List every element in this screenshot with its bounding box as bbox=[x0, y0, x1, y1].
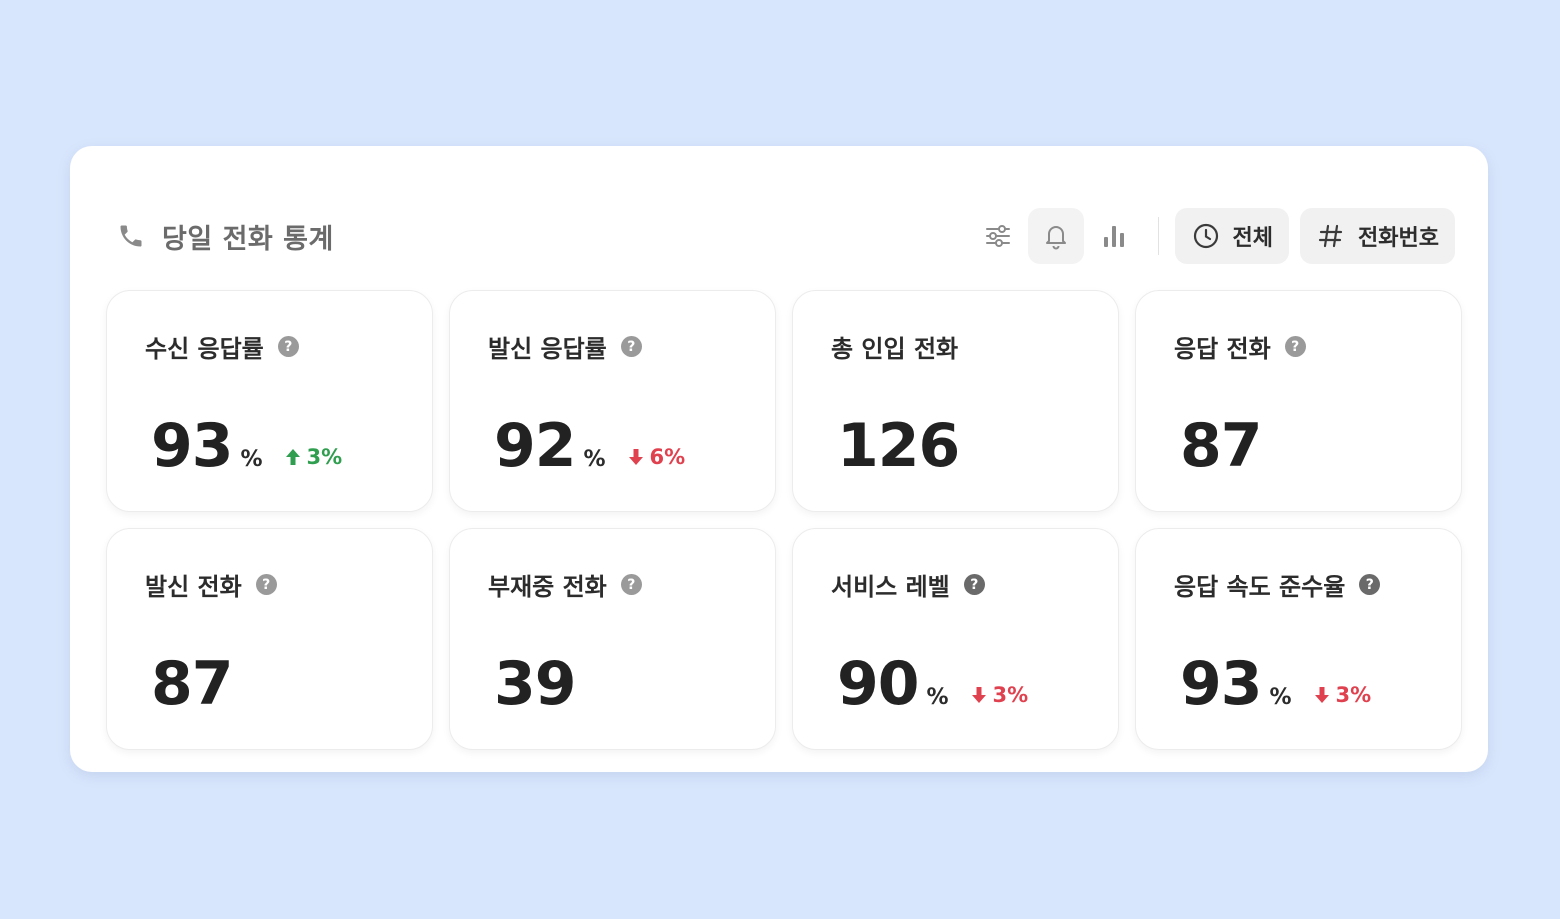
card-delta: 3% bbox=[1314, 683, 1372, 707]
call-stats-panel: 당일 전화 통계 전체 전화번호 수신 응답률 ? 93 % 3% 발신 응답률… bbox=[70, 146, 1488, 772]
card-value: 39 bbox=[494, 649, 576, 719]
card-value: 126 bbox=[837, 411, 960, 481]
stats-grid: 수신 응답률? 93% 3% 발신 응답률? 92% 6% 총 인입 전화 126 응답 … bbox=[106, 290, 1464, 750]
card-label-row: 서비스 레벨? bbox=[831, 567, 985, 602]
card-label: 응답 전화 bbox=[1174, 335, 1271, 363]
card-value-row: 93% 3% bbox=[151, 411, 342, 481]
card-value-row: 90% 3% bbox=[837, 649, 1028, 719]
card-value-row: 93% 3% bbox=[1180, 649, 1371, 719]
card-delta-value: 3% bbox=[1335, 683, 1372, 707]
chart-view-button[interactable] bbox=[1086, 208, 1142, 264]
stat-card-outbound-answer-rate[interactable]: 발신 응답률? 92% 6% bbox=[449, 290, 776, 512]
card-unit: % bbox=[583, 447, 606, 472]
card-unit: % bbox=[240, 447, 263, 472]
card-unit: % bbox=[926, 685, 949, 710]
filter-sliders-button[interactable] bbox=[970, 208, 1026, 264]
card-value: 87 bbox=[1180, 411, 1262, 481]
filter-number-label: 전화번호 bbox=[1358, 226, 1439, 251]
bell-icon bbox=[1045, 226, 1066, 250]
card-delta-value: 6% bbox=[649, 445, 686, 469]
help-icon[interactable]: ? bbox=[1359, 574, 1381, 595]
hash-icon bbox=[1316, 221, 1346, 251]
phone-icon bbox=[116, 221, 146, 251]
card-label: 발신 전화 bbox=[145, 573, 242, 601]
card-label-row: 부재중 전화? bbox=[488, 567, 642, 602]
card-value-row: 126 bbox=[837, 411, 960, 481]
stat-card-answer-speed-compliance[interactable]: 응답 속도 준수율? 93% 3% bbox=[1135, 528, 1462, 750]
arrow-up-icon bbox=[285, 449, 300, 465]
card-value: 87 bbox=[151, 649, 233, 719]
card-value: 90 bbox=[837, 649, 919, 719]
arrow-down-icon bbox=[971, 687, 986, 703]
filter-all-button[interactable]: 전체 bbox=[1174, 208, 1290, 264]
card-value: 93 bbox=[1180, 649, 1262, 719]
stat-card-service-level[interactable]: 서비스 레벨? 90% 3% bbox=[792, 528, 1119, 750]
card-delta: 6% bbox=[628, 445, 686, 469]
arrow-down-icon bbox=[1314, 687, 1329, 703]
card-delta-value: 3% bbox=[992, 683, 1029, 707]
notification-button[interactable] bbox=[1027, 208, 1084, 264]
card-label: 수신 응답률 bbox=[145, 335, 264, 363]
title-group: 당일 전화 통계 bbox=[116, 208, 334, 264]
card-value: 93 bbox=[151, 411, 233, 481]
help-icon[interactable]: ? bbox=[963, 574, 985, 595]
stat-card-missed-calls[interactable]: 부재중 전화? 39 bbox=[449, 528, 776, 750]
stat-card-inbound-answer-rate[interactable]: 수신 응답률? 93% 3% bbox=[106, 290, 433, 512]
sliders-icon bbox=[985, 225, 1010, 247]
card-value: 92 bbox=[494, 411, 576, 481]
card-label-row: 총 인입 전화 bbox=[831, 329, 958, 364]
card-value-row: 87 bbox=[1180, 411, 1262, 481]
clock-icon bbox=[1191, 221, 1221, 251]
stat-card-outbound-calls[interactable]: 발신 전화? 87 bbox=[106, 528, 433, 750]
card-label-row: 응답 전화? bbox=[1174, 329, 1306, 364]
card-label: 응답 속도 준수율 bbox=[1174, 573, 1346, 601]
stat-card-answered-calls[interactable]: 응답 전화? 87 bbox=[1135, 290, 1462, 512]
card-label: 부재중 전화 bbox=[488, 573, 607, 601]
help-icon[interactable]: ? bbox=[1284, 336, 1306, 357]
card-delta: 3% bbox=[971, 683, 1029, 707]
help-icon[interactable]: ? bbox=[255, 574, 277, 595]
arrow-down-icon bbox=[628, 449, 643, 465]
card-label-row: 발신 응답률? bbox=[488, 329, 642, 364]
card-delta-value: 3% bbox=[306, 445, 343, 469]
stat-card-total-inbound[interactable]: 총 인입 전화 126 bbox=[792, 290, 1119, 512]
card-unit: % bbox=[1269, 685, 1292, 710]
panel-header: 당일 전화 통계 전체 전화번호 bbox=[70, 208, 1488, 264]
toolbar-divider bbox=[1157, 217, 1159, 255]
card-value-row: 39 bbox=[494, 649, 576, 719]
help-icon[interactable]: ? bbox=[620, 336, 642, 357]
filter-all-label: 전체 bbox=[1232, 226, 1274, 251]
card-value-row: 87 bbox=[151, 649, 233, 719]
help-icon[interactable]: ? bbox=[620, 574, 642, 595]
help-icon[interactable]: ? bbox=[277, 336, 299, 357]
card-label-row: 수신 응답률? bbox=[145, 329, 299, 364]
card-label: 총 인입 전화 bbox=[831, 335, 959, 363]
card-value-row: 92% 6% bbox=[494, 411, 685, 481]
page-title: 당일 전화 통계 bbox=[162, 223, 334, 255]
card-label-row: 발신 전화? bbox=[145, 567, 277, 602]
bar-chart-icon bbox=[1103, 226, 1124, 247]
filter-number-button[interactable]: 전화번호 bbox=[1300, 208, 1455, 264]
card-label-row: 응답 속도 준수율? bbox=[1174, 567, 1381, 602]
card-label: 서비스 레벨 bbox=[831, 573, 950, 601]
card-delta: 3% bbox=[285, 445, 343, 469]
toolbar: 전체 전화번호 bbox=[968, 208, 1455, 264]
card-label: 발신 응답률 bbox=[488, 335, 607, 363]
